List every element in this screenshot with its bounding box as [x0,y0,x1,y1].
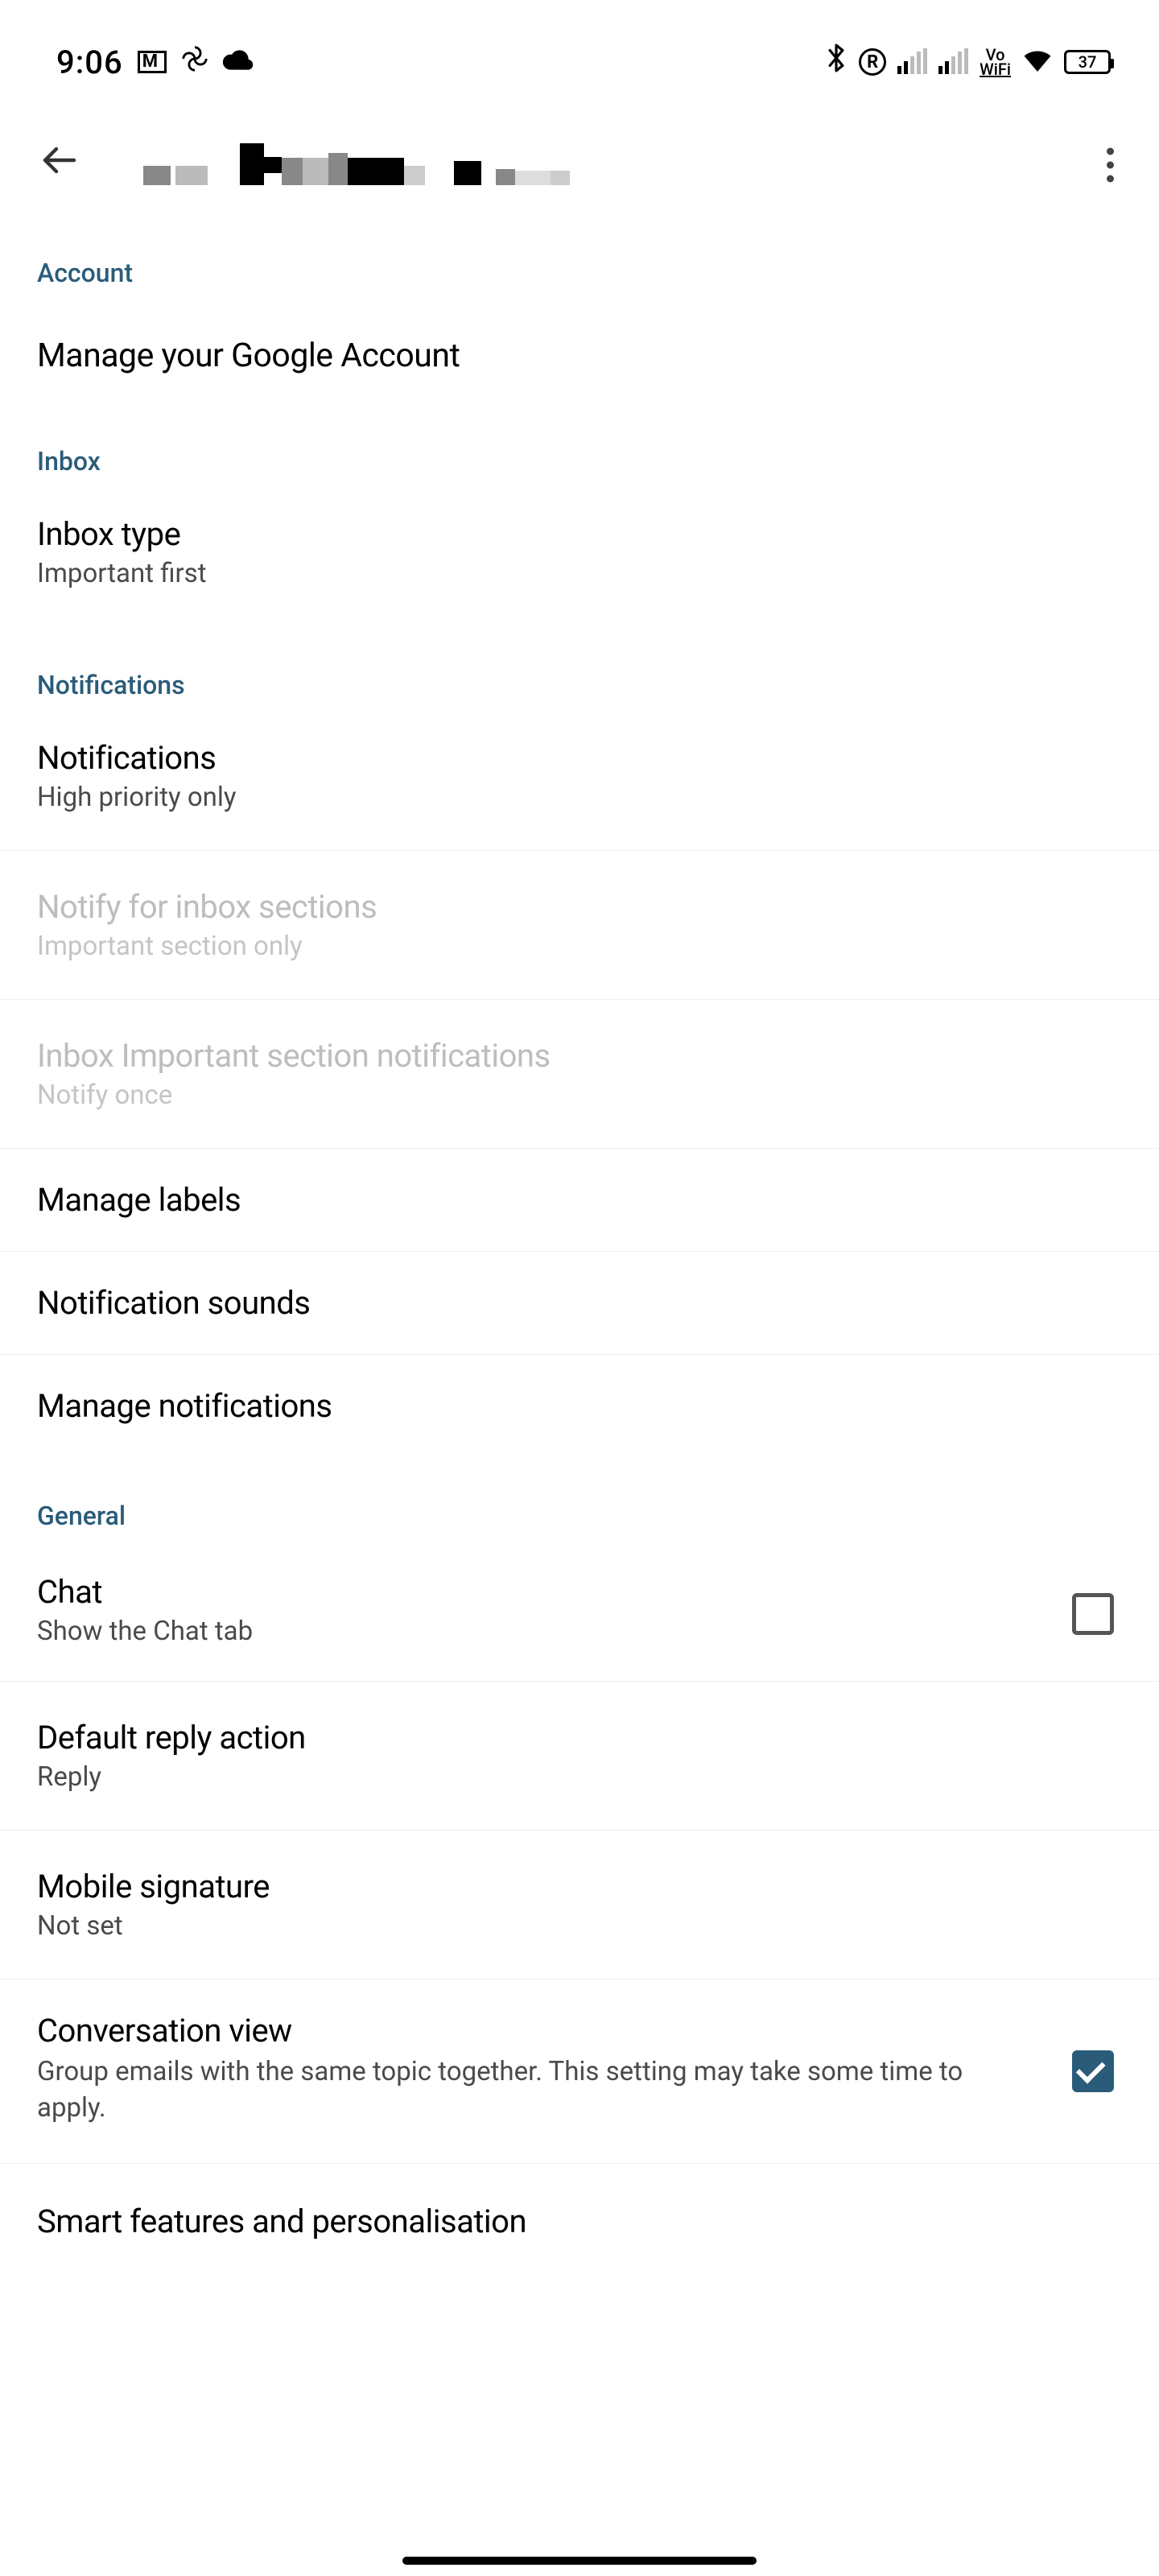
item-subtitle: Show the Chat tab [37,1611,1122,1647]
item-title: Mobile signature [37,1868,1122,1905]
item-title: Manage your Google Account [37,336,1122,375]
signal-2-icon [938,50,968,74]
battery-icon: 37 [1064,50,1111,74]
item-subtitle: Reply [37,1757,1122,1793]
restricted-icon: R [859,48,886,76]
item-title: Inbox Important section notifications [37,1037,1122,1075]
important-section-notif-item: Inbox Important section notifications No… [0,999,1159,1149]
manage-google-account-item[interactable]: Manage your Google Account [0,304,1159,411]
back-arrow-icon[interactable] [40,141,79,190]
item-title: Inbox type [37,515,1122,553]
section-header-general: General [0,1465,1159,1547]
item-subtitle: Group emails with the same topic togethe… [37,2050,1019,2126]
app-bar [0,105,1159,225]
notify-sections-item: Notify for inbox sections Important sect… [0,850,1159,999]
status-time: 9:06 [56,43,123,81]
gmail-icon [138,51,167,73]
status-bar: 9:06 R Vo WiFi 37 [0,0,1159,105]
account-email-redacted [143,145,570,185]
wifi-icon [1022,45,1053,79]
vowifi-icon: Vo WiFi [980,47,1011,76]
notifications-item[interactable]: Notifications High priority only [0,716,1159,850]
status-right: R Vo WiFi 37 [825,43,1111,81]
item-subtitle: Important first [37,553,1122,589]
chat-checkbox[interactable] [1072,1593,1114,1635]
item-title: Conversation view [37,2012,1122,2050]
item-title: Notifications [37,739,1122,777]
conversation-view-item[interactable]: Conversation view Group emails with the … [0,1979,1159,2164]
item-title: Manage notifications [37,1387,1122,1425]
smart-features-item[interactable]: Smart features and personalisation [0,2164,1159,2240]
notification-sounds-item[interactable]: Notification sounds [0,1252,1159,1355]
section-header-account: Account [0,225,1159,304]
item-title: Manage labels [37,1181,1122,1219]
mobile-signature-item[interactable]: Mobile signature Not set [0,1831,1159,1979]
photos-icon [181,45,208,80]
default-reply-item[interactable]: Default reply action Reply [0,1682,1159,1831]
item-title: Chat [37,1573,1122,1611]
item-title: Notify for inbox sections [37,888,1122,926]
item-title: Notification sounds [37,1284,1122,1322]
section-header-inbox: Inbox [0,411,1159,493]
item-title: Smart features and personalisation [37,2202,1122,2240]
manage-labels-item[interactable]: Manage labels [0,1149,1159,1252]
conversation-view-checkbox[interactable] [1072,2050,1114,2092]
chat-item[interactable]: Chat Show the Chat tab [0,1547,1159,1682]
signal-1-icon [897,50,927,74]
item-subtitle: Not set [37,1905,1122,1942]
status-left: 9:06 [56,43,254,81]
section-header-notifications: Notifications [0,634,1159,716]
more-menu-button[interactable] [1107,148,1114,183]
cloud-icon [223,46,254,78]
item-subtitle: High priority only [37,777,1122,813]
bluetooth-icon [825,43,848,81]
item-title: Default reply action [37,1719,1122,1757]
item-subtitle: Notify once [37,1075,1122,1111]
inbox-type-item[interactable]: Inbox type Important first [0,493,1159,634]
manage-notifications-item[interactable]: Manage notifications [0,1355,1159,1465]
item-subtitle: Important section only [37,926,1122,962]
home-indicator[interactable] [402,2557,757,2565]
